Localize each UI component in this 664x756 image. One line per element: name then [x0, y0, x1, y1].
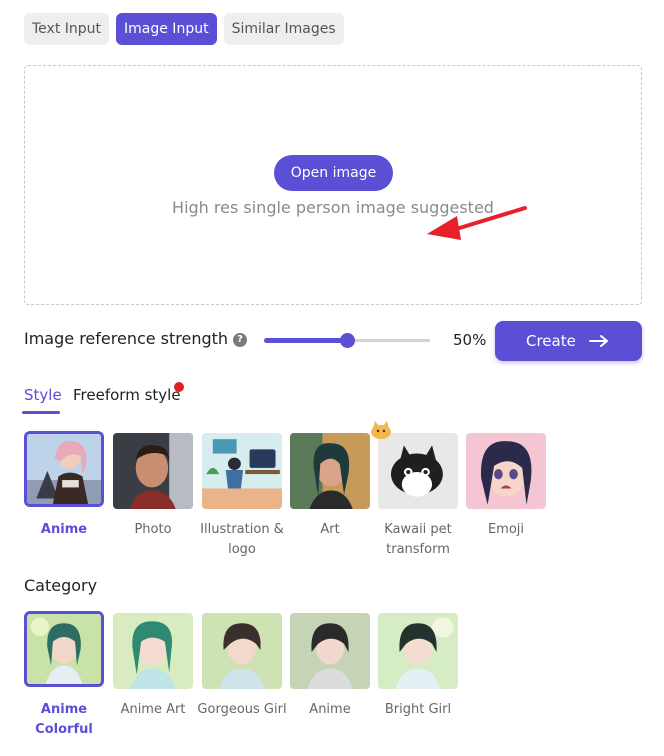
upload-hint: High res single person image suggested [172, 198, 494, 217]
new-badge-dot [174, 382, 184, 392]
style-label: Kawaii pet transform [384, 522, 452, 557]
tab-style[interactable]: Style [24, 386, 62, 404]
illustration-style-thumbnail [202, 433, 282, 509]
anime-category-thumbnail [290, 613, 370, 689]
gorgeous-girl-thumbnail [202, 613, 282, 689]
create-button[interactable]: Create [495, 321, 642, 361]
open-image-button[interactable]: Open image [274, 155, 393, 191]
cat-sticker-icon [371, 421, 391, 439]
photo-style-thumbnail [113, 433, 193, 509]
tab-similar-images[interactable]: Similar Images [223, 13, 344, 45]
style-label: Anime [40, 522, 88, 537]
category-label: Bright Girl [384, 702, 452, 717]
strength-label: Image reference strength [24, 329, 229, 348]
question-mark-icon[interactable]: ? [233, 333, 247, 347]
slider-handle[interactable] [340, 333, 355, 348]
arrow-right-icon [589, 335, 608, 347]
art-style-thumbnail [290, 433, 370, 509]
image-drop-zone[interactable]: Open image High res single person image … [24, 65, 642, 305]
category-label: Gorgeous Girl [197, 702, 287, 717]
tab-freeform-style[interactable]: Freeform style [73, 386, 181, 404]
tab-text-input[interactable]: Text Input [24, 13, 110, 45]
category-label: Anime [309, 702, 351, 717]
anime-colorful-thumbnail [24, 611, 104, 687]
emoji-style-thumbnail [466, 433, 546, 509]
style-label: Illustration & logo [200, 522, 284, 557]
kawaii-pet-style-thumbnail [378, 433, 458, 509]
slider-fill [264, 338, 347, 343]
create-button-label: Create [526, 332, 576, 350]
bright-girl-thumbnail [378, 613, 458, 689]
style-label: Photo [134, 522, 172, 537]
anime-art-thumbnail [113, 613, 193, 689]
input-mode-tabs: Text Input Image Input Similar Images [24, 13, 344, 45]
category-label: Anime Art [120, 702, 186, 717]
red-arrow-annotation-icon [427, 206, 527, 240]
anime-style-thumbnail [24, 431, 104, 507]
style-label: Art [320, 522, 340, 537]
tab-image-input[interactable]: Image Input [116, 13, 217, 45]
style-label: Emoji [487, 522, 525, 537]
category-label: Anime Colorful [35, 702, 93, 737]
category-heading: Category [24, 576, 98, 595]
active-tab-underline [22, 411, 60, 414]
strength-value: 50% [453, 331, 487, 349]
strength-slider[interactable] [264, 333, 430, 349]
